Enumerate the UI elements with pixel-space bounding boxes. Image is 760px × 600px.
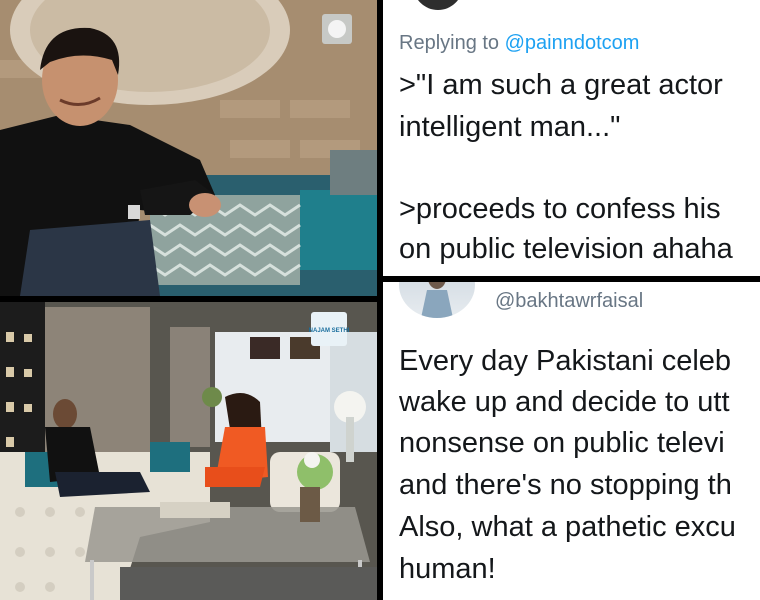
tweet-text-line: on public television ahaha <box>399 233 733 265</box>
tweet-text-line: wake up and decide to utt <box>399 386 730 418</box>
tweet-reply-card: Replying to @painndotcom >"I am such a g… <box>383 0 760 276</box>
tweet-text-line: human! <box>399 553 496 585</box>
tweet-text-line: intelligent man..." <box>399 111 621 143</box>
tweet-text-line: Every day Pakistani celeb <box>399 345 732 377</box>
photo-actor-closeup <box>0 0 377 296</box>
photo-actor-closeup-image <box>0 0 377 296</box>
tweet-text-line: nonsense on public televi <box>399 427 725 459</box>
photo-studio-wide-shot-image: NAJAM SETHI <box>0 302 377 600</box>
avatar[interactable] <box>413 0 463 10</box>
avatar-image <box>421 282 453 318</box>
reply-context: Replying to @painndotcom <box>399 32 639 55</box>
tweet-text-line: >"I am such a great actor <box>399 69 723 101</box>
username[interactable]: @bakhtawrfaisal <box>495 290 643 313</box>
avatar[interactable] <box>399 282 475 318</box>
tweet-text-line: >proceeds to confess his <box>399 193 721 225</box>
tweet-card: @bakhtawrfaisal Every day Pakistani cele… <box>383 282 760 600</box>
tweet-text-line: and there's no stopping th <box>399 469 732 501</box>
tweet-text-line: Also, what a pathetic excu <box>399 511 736 543</box>
reply-handle-link[interactable]: @painndotcom <box>505 32 640 54</box>
channel-logo-text: NAJAM SETHI <box>309 328 350 334</box>
reply-prefix: Replying to <box>399 32 500 54</box>
photo-studio-wide-shot: NAJAM SETHI <box>0 302 377 600</box>
